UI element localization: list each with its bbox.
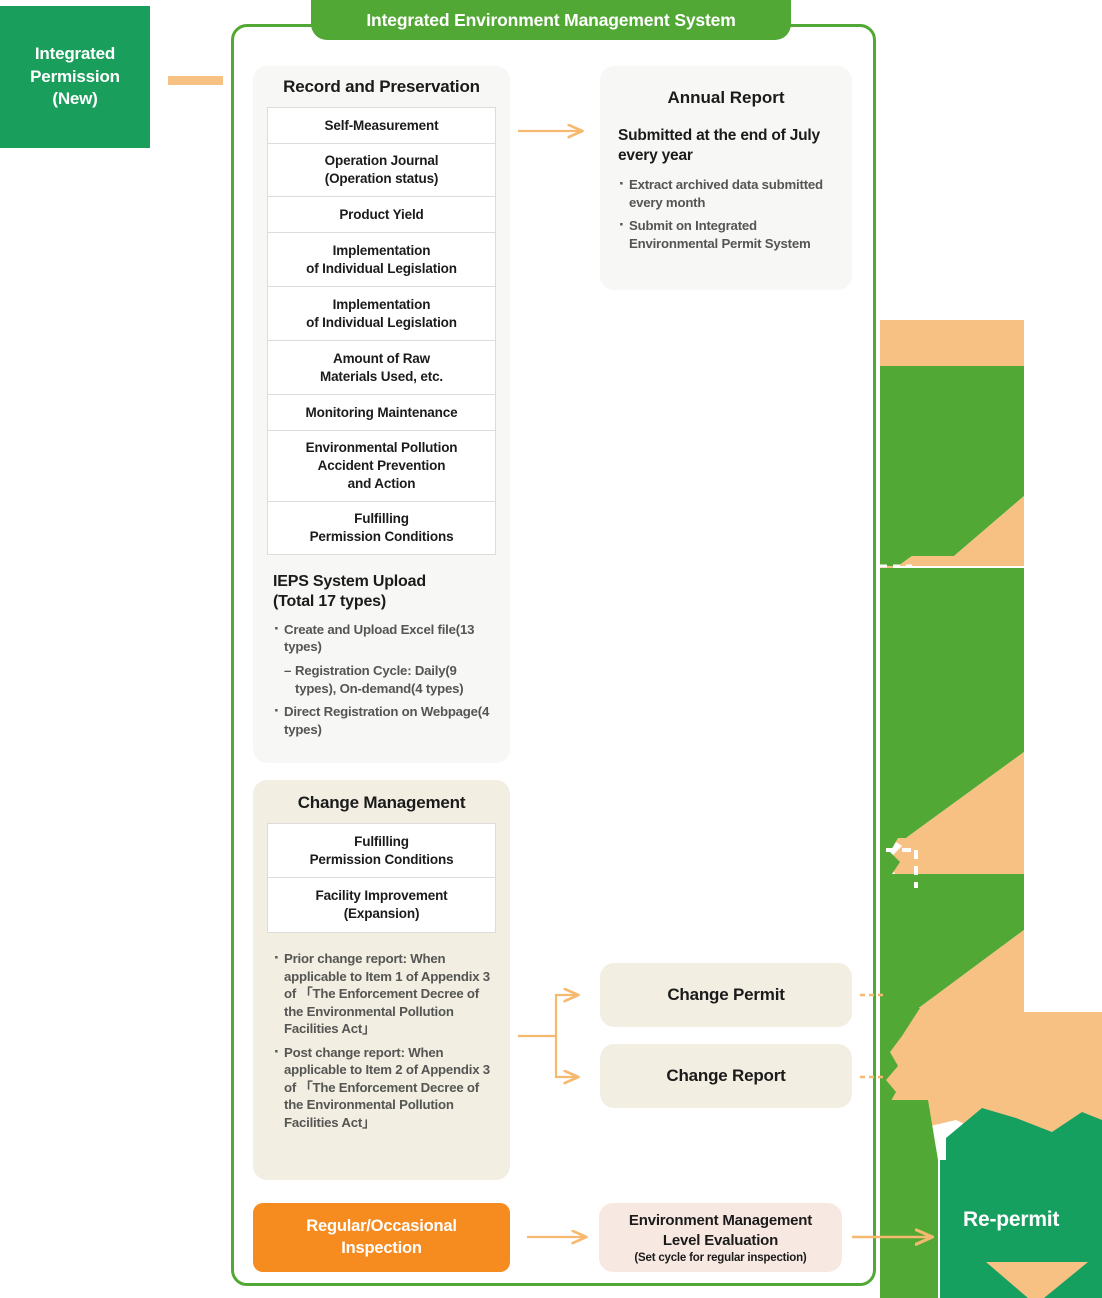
inspection-line-1: Regular/Occasional xyxy=(306,1217,457,1236)
change-management-cell-list: Fulfilling Permission Conditions Facility… xyxy=(267,823,496,933)
change-report-label: Change Report xyxy=(666,1066,786,1085)
ieps-sub-bullet: Registration Cycle: Daily(9 types), On-d… xyxy=(273,662,494,697)
change-report-box: Change Report xyxy=(600,1044,852,1108)
change-management-bullet: Post change report: When applicable to I… xyxy=(273,1042,492,1132)
record-cell: Product Yield xyxy=(268,197,495,233)
annual-report-bullet: Extract archived data submitted every mo… xyxy=(618,174,832,211)
record-cell: Fulfilling Permission Conditions xyxy=(268,502,495,554)
cell-line-1: Fulfilling xyxy=(354,511,409,527)
environment-management-level-evaluation-box: Environment Management Level Evaluation … xyxy=(599,1203,842,1272)
cell-line-2: of Individual Legislation xyxy=(306,314,457,330)
change-permit-label: Change Permit xyxy=(667,985,785,1004)
annual-report-lead: Submitted at the end of July every year xyxy=(618,127,820,165)
cell-line-1: Monitoring Maintenance xyxy=(305,404,458,420)
cell-line-1: Amount of Raw xyxy=(332,350,431,366)
cell-line-1: Facility Improvement xyxy=(315,888,448,904)
cell-line-1: Operation Journal xyxy=(324,153,439,169)
record-cell: Environmental Pollution Accident Preventi… xyxy=(268,431,495,502)
integrated-permission-entry-box: Integrated Permission (New) xyxy=(0,6,150,148)
cell-line-1: Implementation xyxy=(332,296,431,312)
entry-line-2: Permission xyxy=(30,66,120,86)
annual-report-panel: Annual Report Submitted at the end of Ju… xyxy=(600,66,852,290)
ieps-title-line-1: IEPS System Upload xyxy=(273,573,426,590)
cell-line-1: Environmental Pollution xyxy=(305,440,458,456)
re-permit-label: Re-permit xyxy=(963,1208,1060,1231)
record-and-preservation-panel: Record and Preservation Self-Measurement… xyxy=(253,66,510,763)
record-cell: Self-Measurement xyxy=(268,108,495,144)
record-cell: Amount of Raw Materials Used, etc. xyxy=(268,341,495,395)
change-management-bullet: Prior change report: When applicable to … xyxy=(273,948,492,1038)
annual-report-bullet: Submit on Integrated Environmental Permi… xyxy=(618,215,832,252)
evaluation-line-2: Level Evaluation xyxy=(662,1231,779,1249)
change-permit-box: Change Permit xyxy=(600,963,852,1027)
cell-line-1: Implementation xyxy=(332,242,431,258)
ieps-bullet: Direct Registration on Webpage(4 types) xyxy=(273,701,494,738)
cell-line-1: Product Yield xyxy=(339,206,424,222)
entry-line-3: (New) xyxy=(52,89,98,109)
cell-line-1: Fulfilling xyxy=(354,833,409,849)
change-management-panel: Change Management Fulfilling Permission C… xyxy=(253,780,510,1180)
cell-line-2: Accident Prevention xyxy=(317,458,446,474)
record-cell: Implementation of Individual Legislation xyxy=(268,287,495,341)
change-management-cell: Fulfilling Permission Conditions xyxy=(268,824,495,878)
ieps-bullet: Create and Upload Excel file(13 types) xyxy=(273,619,494,656)
record-panel-title: Record and Preservation xyxy=(283,77,480,96)
record-cell-list: Self-Measurement Operation Journal (Opera… xyxy=(267,107,496,555)
cell-line-2: of Individual Legislation xyxy=(306,260,457,276)
regular-occasional-inspection-box: Regular/Occasional Inspection xyxy=(253,1203,510,1272)
cell-line-2: Permission Conditions xyxy=(309,851,454,867)
ieps-title-line-2: (Total 17 types) xyxy=(273,593,386,611)
frame-title-text: Integrated Environment Management System xyxy=(366,9,736,30)
evaluation-note: (Set cycle for regular inspection) xyxy=(634,1252,807,1264)
cell-line-2: (Expansion) xyxy=(343,906,420,921)
entry-connector-bar xyxy=(168,76,223,85)
cell-line-2: Materials Used, etc. xyxy=(319,368,444,384)
inspection-line-2: Inspection xyxy=(341,1238,422,1257)
record-cell: Operation Journal (Operation status) xyxy=(268,144,495,197)
frame-title-banner: Integrated Environment Management System xyxy=(311,0,791,40)
record-cell: Implementation of Individual Legislation xyxy=(268,233,495,287)
cell-line-2: (Operation status) xyxy=(324,171,439,186)
right-decorative-graphic xyxy=(876,0,1102,1298)
ieps-section: IEPS System Upload (Total 17 types) Crea… xyxy=(273,572,494,738)
evaluation-line-1: Environment Management xyxy=(628,1212,813,1229)
cell-line-3: and Action xyxy=(347,475,416,491)
entry-line-1: Integrated xyxy=(34,44,116,64)
change-management-title: Change Management xyxy=(297,793,466,812)
change-management-cell: Facility Improvement (Expansion) xyxy=(268,878,495,932)
record-cell: Monitoring Maintenance xyxy=(268,395,495,431)
cell-line-1: Self-Measurement xyxy=(324,117,439,133)
annual-report-title: Annual Report xyxy=(667,88,785,107)
cell-line-2: Permission Conditions xyxy=(309,529,454,544)
